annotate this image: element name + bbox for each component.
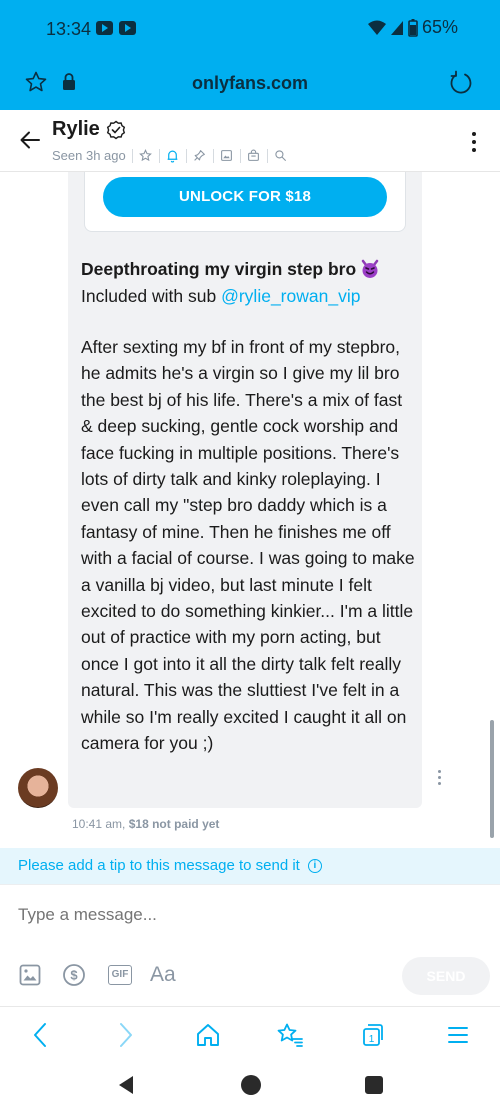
send-button[interactable]: SEND	[402, 957, 490, 995]
payment-status: $18 not paid yet	[128, 817, 220, 831]
gif-label: GIF	[107, 965, 133, 985]
unlock-button[interactable]: UNLOCK FOR $18	[103, 177, 387, 217]
last-seen: Seen 3h ago	[52, 148, 126, 163]
message-subscription-line: Included with sub @rylie_rowan_vip	[81, 283, 411, 309]
bookmarks-icon[interactable]	[272, 1021, 308, 1049]
media-icon[interactable]	[220, 149, 234, 163]
status-bar: 13:34 65%	[0, 0, 500, 58]
tip-banner-text: Please add a tip to this message to send…	[18, 857, 300, 874]
svg-text:$: $	[70, 968, 78, 983]
svg-text:1: 1	[369, 1034, 375, 1045]
scrollbar[interactable]	[490, 720, 494, 838]
verified-badge-icon	[106, 120, 125, 139]
youtube-icon	[119, 21, 136, 35]
message-options-icon[interactable]	[438, 770, 441, 785]
mention-link[interactable]: @rylie_rowan_vip	[221, 286, 360, 306]
dollar-tip-icon[interactable]: $	[62, 963, 86, 987]
message-composer: $ GIF Aa SEND	[0, 884, 500, 1006]
battery-icon	[408, 18, 418, 37]
gif-icon[interactable]: GIF	[106, 963, 134, 987]
forward-icon[interactable]	[108, 1021, 144, 1049]
message-time: 10:41 am,	[72, 817, 126, 831]
back-arrow-icon[interactable]	[18, 128, 42, 157]
shopping-bag-icon[interactable]	[247, 149, 261, 163]
wifi-icon	[367, 20, 386, 35]
url-text[interactable]: onlyfans.com	[0, 73, 500, 94]
message-body: After sexting my bf in front of my stepb…	[81, 337, 415, 754]
back-icon[interactable]	[22, 1021, 58, 1049]
search-icon[interactable]	[274, 149, 288, 163]
chat-header: Rylie Seen 3h ago	[0, 110, 500, 172]
included-prefix: Included with sub	[81, 286, 222, 306]
tip-required-banner: Please add a tip to this message to send…	[0, 848, 500, 884]
star-icon[interactable]	[139, 149, 153, 163]
bell-icon[interactable]	[166, 149, 180, 163]
home-icon[interactable]	[190, 1021, 226, 1049]
locked-media-card: UNLOCK FOR $18	[84, 172, 406, 232]
smiling-devil-emoji-icon	[361, 259, 379, 278]
contact-name: Rylie	[52, 118, 100, 140]
signal-icon	[390, 20, 403, 35]
system-navigation-bar	[0, 1060, 500, 1113]
status-indicators: 65%	[367, 17, 458, 38]
message-bubble: UNLOCK FOR $18 Deepthroating my virgin s…	[68, 172, 441, 808]
avatar[interactable]	[18, 768, 58, 808]
message-title-text: Deepthroating my virgin step bro	[81, 259, 357, 279]
battery-level: 65%	[421, 17, 458, 37]
info-icon[interactable]: i	[307, 859, 322, 873]
chat-subrow: Seen 3h ago	[52, 148, 288, 163]
image-icon[interactable]	[18, 963, 42, 987]
chat-contact-name[interactable]: Rylie	[52, 118, 126, 141]
reload-icon[interactable]	[448, 70, 474, 101]
message-meta: 10:41 am, $18 not paid yet	[72, 817, 219, 831]
browser-toolbar: 1	[0, 1006, 500, 1060]
system-back-icon[interactable]	[116, 1074, 136, 1101]
browser-url-bar: onlyfans.com	[0, 58, 500, 110]
message-input[interactable]	[18, 905, 478, 925]
more-options-icon[interactable]	[472, 132, 476, 152]
system-home-icon[interactable]	[240, 1074, 262, 1101]
menu-icon[interactable]	[440, 1021, 476, 1049]
youtube-icon	[96, 21, 113, 35]
pin-icon[interactable]	[193, 149, 207, 163]
tabs-icon[interactable]: 1	[355, 1021, 391, 1049]
message-list[interactable]: UNLOCK FOR $18 Deepthroating my virgin s…	[0, 172, 500, 848]
status-time: 13:34	[46, 19, 92, 39]
message-title: Deepthroating my virgin step bro	[81, 256, 411, 282]
text-format-icon[interactable]: Aa	[150, 963, 176, 987]
system-recents-icon[interactable]	[364, 1075, 384, 1100]
